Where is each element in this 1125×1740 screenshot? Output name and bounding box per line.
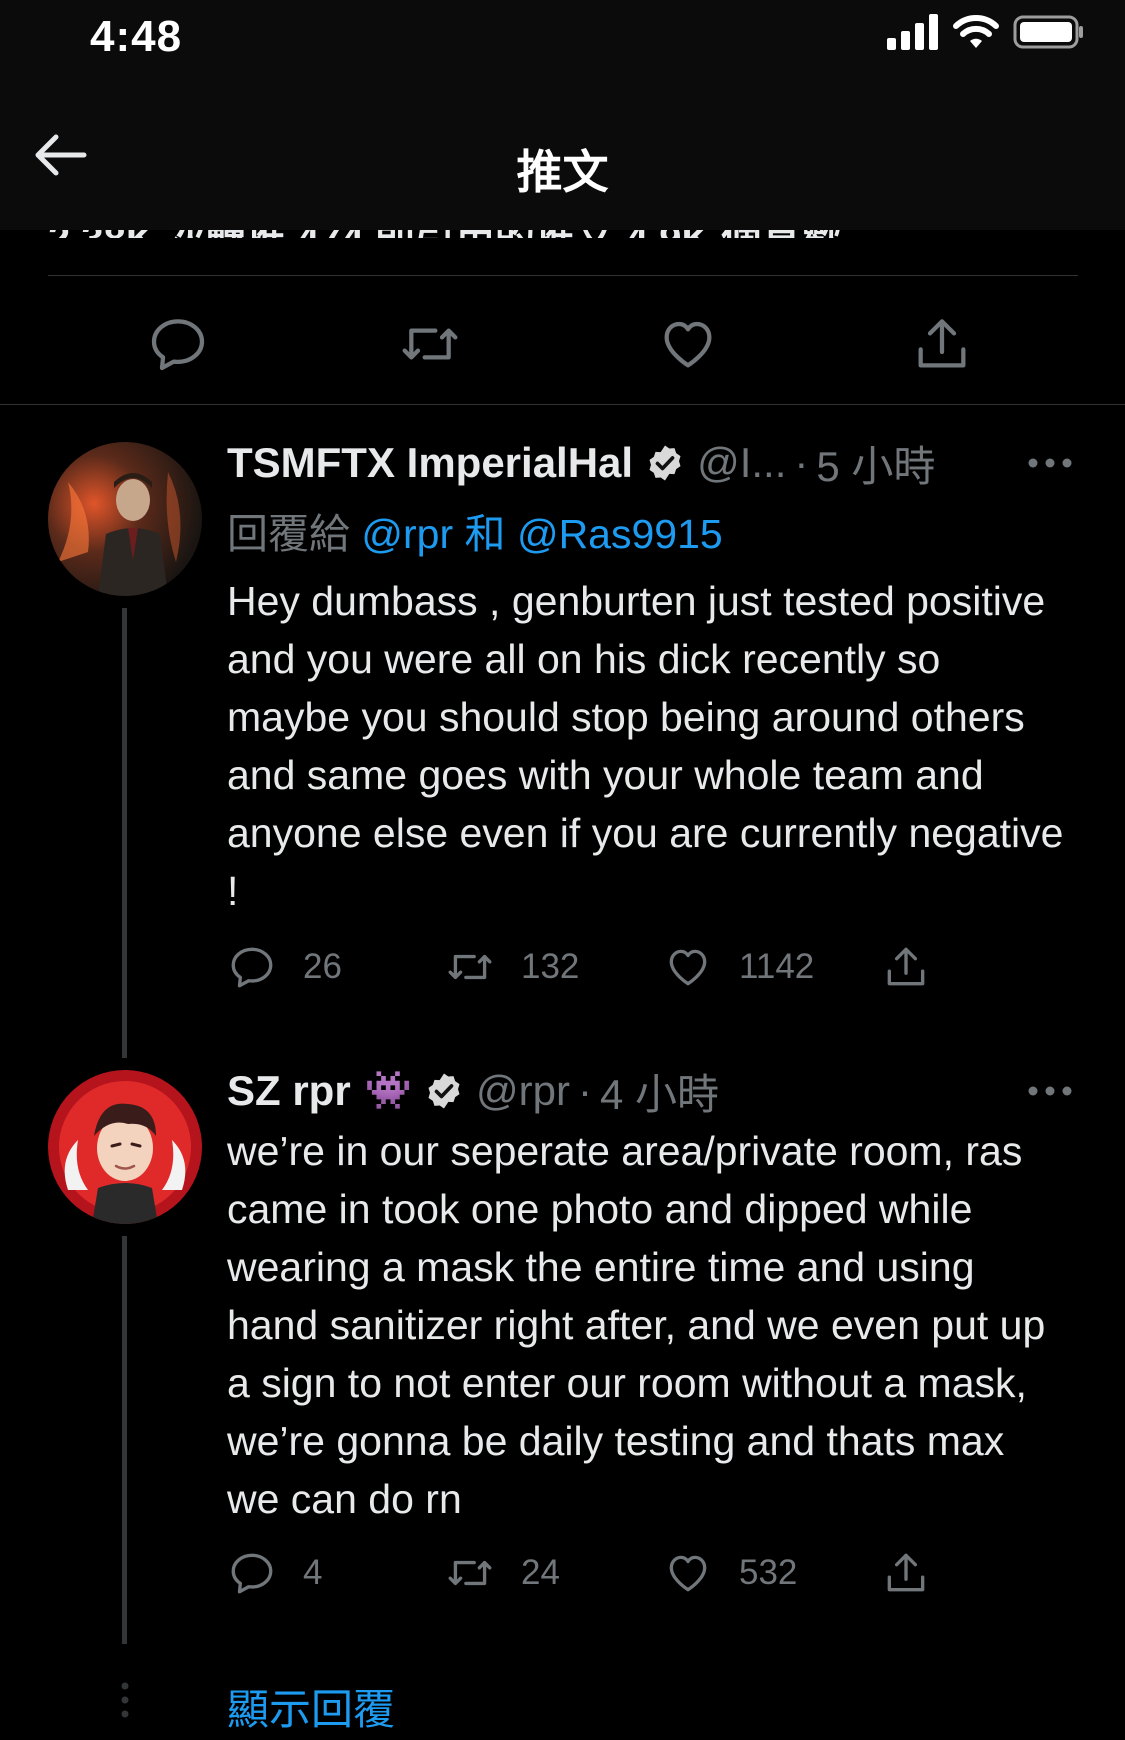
- signal-icon: [887, 14, 938, 50]
- status-icons: [887, 14, 1085, 50]
- wifi-icon: [953, 15, 999, 48]
- like-icon: [664, 321, 712, 368]
- verified-badge-icon: [428, 1073, 460, 1109]
- reply-icon: [231, 947, 273, 988]
- share-button[interactable]: [881, 942, 931, 992]
- timestamp[interactable]: 5 小時: [816, 433, 935, 494]
- verified-badge-icon: [649, 445, 681, 481]
- reply-count: 26: [303, 947, 342, 986]
- alien-emoji: 👾: [364, 1070, 413, 1112]
- main-tweet-actions: [0, 300, 1125, 390]
- reply-icon: [231, 1553, 273, 1594]
- thread-line: [122, 1236, 127, 1644]
- reply-joiner: 和: [464, 511, 506, 557]
- avatar[interactable]: [48, 442, 202, 596]
- reply-count: 4: [303, 1553, 323, 1592]
- display-name[interactable]: TSMFTX ImperialHal: [227, 439, 633, 487]
- separator: ·: [577, 1067, 592, 1114]
- reply-prefix: 回覆給: [227, 511, 350, 557]
- timestamp[interactable]: 4 小時: [600, 1061, 719, 1122]
- retweet-count: 24: [521, 1553, 560, 1592]
- share-button[interactable]: [881, 1548, 931, 1598]
- header: 推文: [0, 84, 1125, 230]
- like-count: 1142: [739, 947, 815, 986]
- retweet-icon: [448, 954, 492, 980]
- avatar-image: [48, 442, 202, 596]
- more-options-button[interactable]: [1025, 1076, 1075, 1106]
- tweet-text: Hey dumbass , genburten just tested posi…: [227, 578, 1064, 914]
- retweet-button[interactable]: 132: [445, 942, 579, 992]
- avatar[interactable]: [48, 1070, 202, 1224]
- share-icon: [887, 1553, 925, 1592]
- reply-button[interactable]: [146, 312, 210, 376]
- tweet-actions: 26 132 1142: [227, 942, 947, 1002]
- tweet-header: TSMFTX ImperialHal @I... · 5 小時: [227, 438, 1105, 490]
- share-button[interactable]: [910, 312, 974, 376]
- more-icon: [1028, 458, 1072, 468]
- share-icon: [887, 947, 925, 986]
- mention-link[interactable]: @rpr: [361, 511, 453, 557]
- status-time: 4:48: [90, 12, 183, 61]
- like-button[interactable]: 1142: [663, 942, 814, 992]
- battery-icon: [1013, 15, 1083, 49]
- divider: [0, 404, 1125, 405]
- like-icon: [669, 1555, 707, 1592]
- retweet-count: 132: [521, 947, 580, 986]
- show-replies-link[interactable]: 顯示回覆: [227, 1676, 395, 1737]
- like-icon: [669, 949, 707, 986]
- tweet-text: we’re in our seperate area/private room,…: [227, 1128, 1046, 1522]
- avatar-image: [48, 1070, 202, 1224]
- handle[interactable]: @I...: [697, 439, 786, 487]
- tweet-actions: 4 24 532: [227, 1548, 947, 1608]
- retweet-button[interactable]: 24: [445, 1548, 560, 1598]
- like-count: 532: [739, 1553, 798, 1592]
- handle[interactable]: @rpr: [476, 1067, 570, 1115]
- reply-button[interactable]: 4: [227, 1548, 322, 1598]
- divider: [48, 275, 1078, 276]
- retweet-icon: [402, 328, 458, 360]
- retweet-button[interactable]: [398, 312, 462, 376]
- reply-icon: [151, 319, 205, 371]
- status-bar: 4:48: [0, 0, 1125, 84]
- like-button[interactable]: [656, 312, 720, 376]
- like-button[interactable]: 532: [663, 1548, 797, 1598]
- tweet-header: SZ rpr 👾 @rpr · 4 小時: [227, 1066, 1105, 1118]
- separator: ·: [794, 439, 809, 486]
- mention-link[interactable]: @Ras9915: [517, 511, 723, 557]
- display-name[interactable]: SZ rpr: [227, 1067, 351, 1115]
- share-icon: [918, 319, 966, 368]
- replying-to: 回覆給 @rpr 和 @Ras9915: [227, 500, 723, 560]
- more-options-button[interactable]: [1025, 448, 1075, 478]
- page-title: 推文: [516, 146, 609, 198]
- more-icon: [1028, 1086, 1072, 1096]
- reply-button[interactable]: 26: [227, 942, 342, 992]
- thread-line: [122, 608, 127, 1058]
- retweet-icon: [448, 1560, 492, 1586]
- thread-dots-icon: [121, 1682, 129, 1718]
